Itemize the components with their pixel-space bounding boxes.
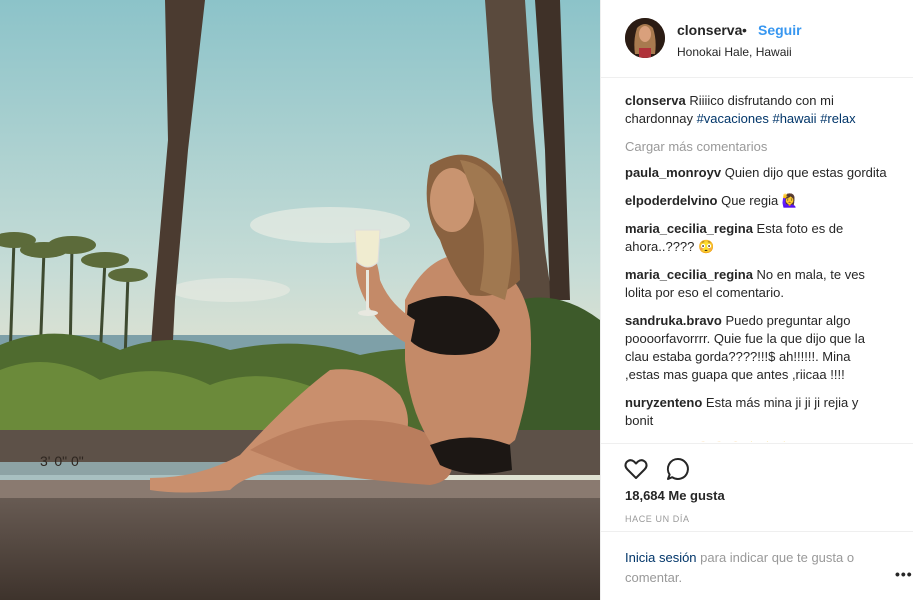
separator-dot: • <box>742 22 747 38</box>
action-bar <box>601 443 913 480</box>
comment-text: 😮😮😮🌵🌵🌵 <box>695 441 792 442</box>
login-prompt: Inicia sesión para indicar que te gusta … <box>625 548 887 588</box>
comment-text: Que regia 🙋‍♀️ <box>721 193 798 208</box>
comment-item: paula_monroyv Quien dijo que estas gordi… <box>625 164 887 182</box>
comments-list[interactable]: clonserva Riiiico disfrutando con mi cha… <box>625 92 887 442</box>
post-timestamp[interactable]: HACE UN DÍA <box>625 514 690 524</box>
caption: clonserva Riiiico disfrutando con mi cha… <box>625 92 887 128</box>
comment-item: sandruka.bravo Puedo preguntar algo pooo… <box>625 312 887 384</box>
post-photo[interactable]: 3' 0" 0" <box>0 0 600 600</box>
comment-username[interactable]: cmahnerth <box>625 441 691 442</box>
comment-username[interactable]: sandruka.bravo <box>625 313 722 328</box>
hashtag-vacaciones[interactable]: #vacaciones <box>697 111 769 126</box>
comment-icon[interactable] <box>665 456 691 482</box>
comment-username[interactable]: nuryzenteno <box>625 395 702 410</box>
comment-item: cmahnerth 😮😮😮🌵🌵🌵 <box>625 440 887 442</box>
comment-username[interactable]: paula_monroyv <box>625 165 721 180</box>
post-header: clonserva • Seguir Honokai Hale, Hawaii <box>601 0 913 78</box>
load-more-comments-button[interactable]: Cargar más comentarios <box>625 138 887 156</box>
comment-item: maria_cecilia_regina No en mala, te ves … <box>625 266 887 302</box>
comment-item: nuryzenteno Esta más mina ji ji ji rejia… <box>625 394 887 430</box>
avatar[interactable] <box>625 18 665 58</box>
likes-count[interactable]: 18,684 Me gusta <box>625 488 725 503</box>
comment-text: Quien dijo que estas gordita <box>724 165 887 180</box>
comment-username[interactable]: maria_cecilia_regina <box>625 221 753 236</box>
post-sidebar: clonserva • Seguir Honokai Hale, Hawaii … <box>600 0 913 600</box>
comment-item: elpoderdelvino Que regia 🙋‍♀️ <box>625 192 887 210</box>
caption-username[interactable]: clonserva <box>625 93 686 108</box>
svg-text:3' 0" 0": 3' 0" 0" <box>40 453 84 469</box>
hashtag-relax[interactable]: #relax <box>820 111 855 126</box>
username-link[interactable]: clonserva <box>677 22 742 38</box>
login-divider <box>601 531 913 532</box>
post-page: 3' 0" 0" clonserva • Seguir Honokai Hale… <box>0 0 913 600</box>
photo-illustration: 3' 0" 0" <box>0 0 600 600</box>
more-options-icon[interactable]: ••• <box>895 566 913 582</box>
follow-button[interactable]: Seguir <box>758 22 802 38</box>
comment-item: maria_cecilia_regina Esta foto es de aho… <box>625 220 887 256</box>
login-link[interactable]: Inicia sesión <box>625 550 697 565</box>
comment-username[interactable]: elpoderdelvino <box>625 193 717 208</box>
avatar-image <box>625 18 665 58</box>
heart-icon[interactable] <box>623 456 649 482</box>
hashtag-hawaii[interactable]: #hawaii <box>772 111 816 126</box>
comment-username[interactable]: maria_cecilia_regina <box>625 267 753 282</box>
location-link[interactable]: Honokai Hale, Hawaii <box>677 45 792 59</box>
